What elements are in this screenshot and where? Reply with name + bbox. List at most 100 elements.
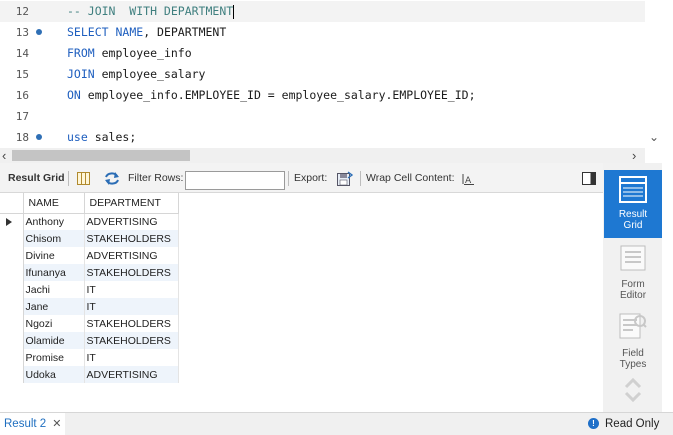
cell-department[interactable]: STAKEHOLDERS (84, 332, 179, 349)
result-toolbar: Result Grid Filter Rows: Export: Wrap Ce… (0, 163, 603, 193)
read-only-status: ! Read Only (588, 413, 659, 435)
cell-name[interactable]: Promise (23, 349, 85, 366)
table-row[interactable]: Olamide STAKEHOLDERS (0, 332, 179, 349)
cell-name[interactable]: Jane (23, 298, 85, 315)
chevron-icon[interactable] (623, 375, 643, 405)
table-row[interactable]: Udoka ADVERTISING (0, 366, 179, 383)
cell-name[interactable]: Jachi (23, 281, 85, 298)
row-header[interactable] (0, 332, 24, 349)
side-field-label-1: Field (622, 348, 644, 359)
line-number: 16 (15, 89, 29, 102)
breakpoint-dot-icon[interactable] (36, 134, 42, 140)
result-tabs-bar: Result 2 ✕ ! Read Only (0, 412, 673, 435)
side-field-types-button[interactable]: Field Types (604, 310, 662, 370)
cell-department[interactable]: IT (84, 298, 179, 315)
cell-department[interactable]: ADVERTISING (84, 366, 179, 383)
form-editor-icon (620, 245, 646, 271)
wrap-text-icon[interactable]: A (462, 173, 475, 185)
row-header[interactable] (0, 247, 24, 264)
scroll-right-icon[interactable]: › (632, 148, 636, 163)
cell-name[interactable]: Chisom (23, 230, 85, 247)
line-number: 18 (15, 131, 29, 144)
row-header[interactable] (0, 213, 24, 230)
row-header[interactable] (0, 264, 24, 281)
result-tab-label: Result 2 (4, 418, 47, 430)
close-icon[interactable]: ✕ (52, 418, 61, 430)
cell-department[interactable]: IT (84, 281, 179, 298)
cell-department[interactable]: ADVERTISING (84, 213, 179, 230)
sql-keyword: FROM (67, 46, 95, 60)
cell-name[interactable]: Olamide (23, 332, 85, 349)
table-row[interactable]: Jachi IT (0, 281, 179, 298)
sql-text: employee_info.EMPLOYEE_ID = employee_sal… (80, 88, 476, 102)
field-types-icon (619, 313, 647, 339)
sql-keyword: SELECT (67, 25, 109, 39)
table-row[interactable]: Jane IT (0, 298, 179, 315)
code-line[interactable]: 16 ON employee_info.EMPLOYEE_ID = employe… (0, 85, 645, 106)
sql-text: sales; (87, 130, 137, 144)
scroll-left-icon[interactable]: ‹ (2, 148, 6, 163)
line-number: 14 (15, 47, 29, 60)
cell-department[interactable]: STAKEHOLDERS (84, 264, 179, 281)
code-line[interactable]: 18 use sales; (0, 127, 645, 148)
cell-department[interactable]: IT (84, 349, 179, 366)
cell-name[interactable]: Ifunanya (23, 264, 85, 281)
side-field-label-2: Types (619, 359, 647, 370)
code-text: use sales; (67, 127, 136, 148)
refresh-arrows-icon[interactable] (104, 171, 120, 186)
table-row[interactable]: Chisom STAKEHOLDERS (0, 230, 179, 247)
row-header[interactable] (0, 230, 24, 247)
row-header[interactable] (0, 349, 24, 366)
cell-name[interactable]: Divine (23, 247, 85, 264)
cell-department[interactable]: STAKEHOLDERS (84, 315, 179, 332)
code-line[interactable]: 12 -- JOIN WITH DEPARTMENT (0, 1, 645, 22)
code-line[interactable]: 14 FROM employee_info (0, 43, 645, 64)
editor-vertical-scrollbar[interactable]: ⌄ (645, 0, 662, 148)
row-header[interactable] (0, 366, 24, 383)
code-line[interactable]: 17 (0, 106, 645, 127)
code-line[interactable]: 15 JOIN employee_salary (0, 64, 645, 85)
toggle-panel-icon[interactable] (582, 172, 597, 185)
row-header[interactable] (0, 315, 24, 332)
side-form-editor-button[interactable]: Form Editor (604, 243, 662, 303)
cell-name[interactable]: Udoka (23, 366, 85, 383)
code-text: SELECT NAME, DEPARTMENT (67, 22, 226, 43)
side-form-label-2: Editor (619, 290, 647, 301)
wrap-cell-content-label: Wrap Cell Content: (366, 172, 455, 184)
sql-editor[interactable]: 12 -- JOIN WITH DEPARTMENT 13 SELECT NAME, … (0, 0, 673, 148)
scrollbar-thumb[interactable] (12, 150, 190, 161)
toolbar-divider (288, 171, 289, 186)
side-result-label-1: Result (618, 209, 648, 220)
result-tab[interactable]: Result 2 ✕ (0, 413, 66, 435)
line-number: 13 (15, 26, 29, 39)
sql-keyword: JOIN (67, 67, 95, 81)
filter-rows-input[interactable] (185, 171, 285, 190)
table-row[interactable]: Ifunanya STAKEHOLDERS (0, 264, 179, 281)
cell-name[interactable]: Ngozi (23, 315, 85, 332)
editor-horizontal-scrollbar[interactable]: ‹ › (0, 148, 645, 163)
export-label: Export: (294, 172, 328, 184)
row-header[interactable] (0, 298, 24, 315)
column-header-name[interactable]: NAME (23, 193, 85, 214)
column-header-department[interactable]: DEPARTMENT (84, 193, 179, 214)
cell-name[interactable]: Anthony (23, 213, 85, 230)
table-row[interactable]: Divine ADVERTISING (0, 247, 179, 264)
row-header[interactable] (0, 281, 24, 298)
scroll-down-icon[interactable]: ⌄ (649, 130, 659, 144)
table-row[interactable]: Anthony ADVERTISING (0, 213, 179, 230)
side-result-grid-button[interactable]: Result Grid (604, 170, 662, 238)
cell-department[interactable]: ADVERTISING (84, 247, 179, 264)
breakpoint-dot-icon[interactable] (36, 29, 42, 35)
cell-department[interactable]: STAKEHOLDERS (84, 230, 179, 247)
line-number: 12 (15, 5, 29, 18)
result-grid[interactable]: NAME DEPARTMENT Anthony ADVERTISING Chisom… (0, 193, 603, 412)
result-table: NAME DEPARTMENT Anthony ADVERTISING Chisom… (0, 193, 179, 383)
code-line[interactable]: 13 SELECT NAME, DEPARTMENT (0, 22, 645, 43)
sql-keyword: ON (67, 88, 81, 102)
grid-layout-icon[interactable] (77, 172, 90, 185)
export-icon[interactable] (336, 171, 353, 187)
table-row[interactable]: Promise IT (0, 349, 179, 366)
table-row[interactable]: Ngozi STAKEHOLDERS (0, 315, 179, 332)
sql-comment: -- JOIN WITH DEPARTMENT (67, 4, 234, 18)
sql-keyword: NAME (115, 25, 144, 39)
